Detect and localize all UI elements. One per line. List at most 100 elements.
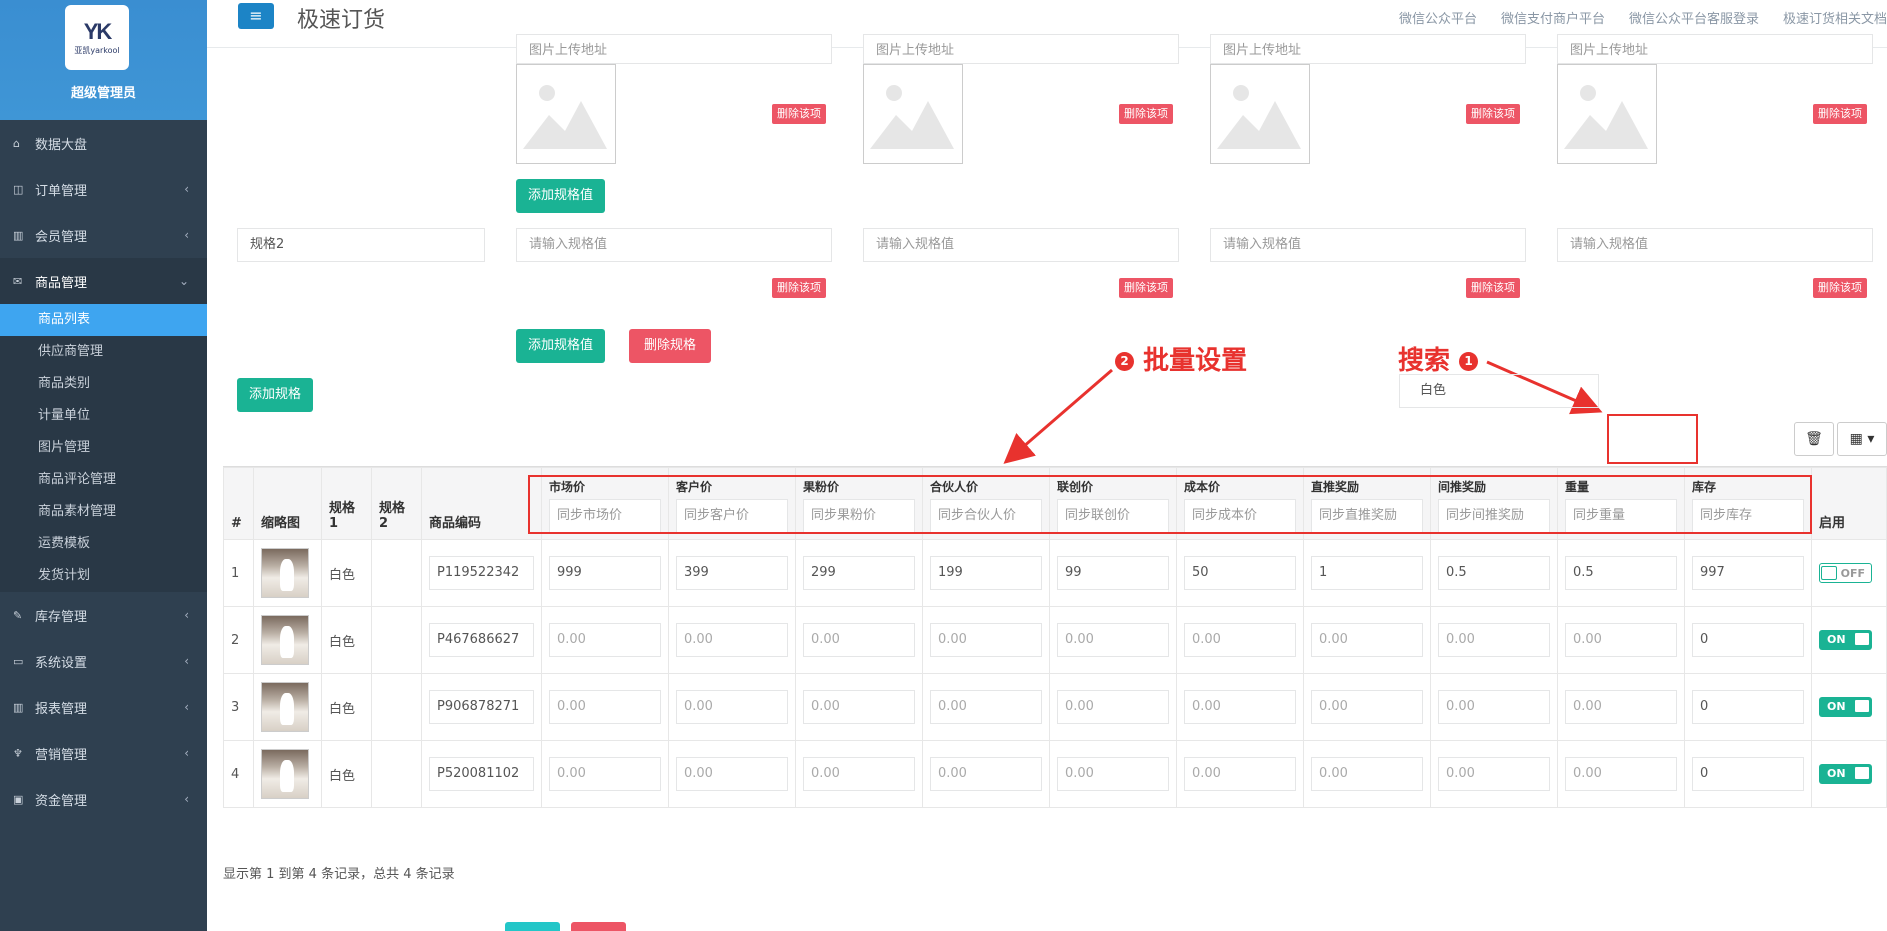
image-url-input[interactable]: 图片上传地址 (1557, 34, 1873, 64)
product-thumbnail[interactable] (261, 749, 309, 799)
sidebar-item[interactable]: ✉ 商品管理 ⌄ (0, 258, 207, 304)
columns-icon[interactable]: ▦ ▾ (1837, 422, 1887, 456)
row-value-input[interactable]: 0.00 (1057, 690, 1169, 724)
row-value-input[interactable]: 0.00 (1565, 757, 1677, 791)
sidebar-item[interactable]: ◫ 订单管理 ‹ (0, 166, 207, 212)
cancel-button[interactable] (571, 922, 626, 931)
row-value-input[interactable]: 0.00 (930, 623, 1042, 657)
sidebar-item[interactable]: ▥ 报表管理 ‹ (0, 684, 207, 730)
row-value-input[interactable]: 0.00 (1438, 690, 1550, 724)
delete-item-button[interactable]: 删除该项 (772, 104, 826, 124)
product-code-input[interactable]: P119522342 (429, 556, 534, 590)
image-placeholder[interactable] (1210, 64, 1310, 164)
row-value-input[interactable]: 0.00 (1184, 690, 1296, 724)
row-value-input[interactable]: 1 (1311, 556, 1423, 590)
sidebar-item[interactable]: ✎ 库存管理 ‹ (0, 592, 207, 638)
enable-toggle[interactable]: ON (1819, 630, 1872, 650)
row-value-input[interactable]: 299 (803, 556, 915, 590)
row-value-input[interactable]: 0.00 (676, 623, 788, 657)
row-value-input[interactable]: 0.00 (549, 690, 661, 724)
add-spec-value-button[interactable]: 添加规格值 (516, 179, 606, 213)
row-value-input[interactable]: 50 (1184, 556, 1296, 590)
add-spec-value-button[interactable]: 添加规格值 (516, 329, 606, 363)
row-value-input[interactable]: 0 (1692, 757, 1804, 791)
sidebar-item[interactable]: ⌂ 数据大盘 (0, 120, 207, 166)
row-value-input[interactable]: 0.00 (1057, 757, 1169, 791)
submenu-item[interactable]: 商品评论管理 (0, 464, 207, 496)
row-value-input[interactable]: 0.00 (549, 623, 661, 657)
spec-value-input[interactable]: 请输入规格值 (1210, 228, 1526, 262)
header-link[interactable]: 极速订货相关文档 (1783, 8, 1887, 27)
image-placeholder[interactable] (1557, 64, 1657, 164)
row-value-input[interactable]: 0.00 (1311, 757, 1423, 791)
row-value-input[interactable]: 0 (1692, 690, 1804, 724)
enable-toggle[interactable]: OFF (1819, 563, 1872, 583)
sidebar-item[interactable]: ▥ 会员管理 ‹ (0, 212, 207, 258)
row-value-input[interactable]: 0.00 (803, 690, 915, 724)
spec-value-input[interactable]: 请输入规格值 (863, 228, 1179, 262)
delete-item-button[interactable]: 删除该项 (1466, 278, 1520, 298)
row-value-input[interactable]: 0.00 (803, 757, 915, 791)
product-code-input[interactable]: P520081102 (429, 757, 534, 791)
delete-item-button[interactable]: 删除该项 (1119, 104, 1173, 124)
image-url-input[interactable]: 图片上传地址 (516, 34, 832, 64)
enable-toggle[interactable]: ON (1819, 697, 1872, 717)
row-value-input[interactable]: 0.5 (1438, 556, 1550, 590)
row-value-input[interactable]: 199 (930, 556, 1042, 590)
menu-toggle-button[interactable]: ≡ (238, 3, 274, 29)
row-value-input[interactable]: 0.00 (1565, 623, 1677, 657)
row-value-input[interactable]: 0.00 (1565, 690, 1677, 724)
submenu-item[interactable]: 计量单位 (0, 400, 207, 432)
row-value-input[interactable]: 0.00 (1438, 623, 1550, 657)
row-value-input[interactable]: 0.00 (1057, 623, 1169, 657)
row-value-input[interactable]: 0.00 (1438, 757, 1550, 791)
submenu-item[interactable]: 商品类别 (0, 368, 207, 400)
row-value-input[interactable]: 0.00 (676, 690, 788, 724)
enable-toggle[interactable]: ON (1819, 764, 1872, 784)
delete-item-button[interactable]: 删除该项 (1466, 104, 1520, 124)
submenu-item[interactable]: 供应商管理 (0, 336, 207, 368)
product-code-input[interactable]: P467686627 (429, 623, 534, 657)
header-link[interactable]: 微信公众平台客服登录 (1629, 8, 1759, 27)
product-thumbnail[interactable] (261, 548, 309, 598)
spec-value-input[interactable]: 请输入规格值 (1557, 228, 1873, 262)
row-value-input[interactable]: 0.00 (930, 690, 1042, 724)
delete-item-button[interactable]: 删除该项 (1813, 278, 1867, 298)
sidebar-item[interactable]: ♆ 营销管理 ‹ (0, 730, 207, 776)
row-value-input[interactable]: 0 (1692, 623, 1804, 657)
row-value-input[interactable]: 0.00 (1184, 623, 1296, 657)
header-link[interactable]: 微信公众平台 (1399, 8, 1477, 27)
submenu-item[interactable]: 商品素材管理 (0, 496, 207, 528)
row-value-input[interactable]: 0.00 (1311, 690, 1423, 724)
header-link[interactable]: 微信支付商户平台 (1501, 8, 1605, 27)
user-name[interactable]: 超级管理员 (0, 82, 207, 101)
sidebar-item[interactable]: ▣ 资金管理 ‹ (0, 776, 207, 822)
row-value-input[interactable]: 0.00 (803, 623, 915, 657)
row-value-input[interactable]: 99 (1057, 556, 1169, 590)
sidebar-item[interactable]: ▭ 系统设置 ‹ (0, 638, 207, 684)
delete-item-button[interactable]: 删除该项 (1119, 278, 1173, 298)
row-value-input[interactable]: 399 (676, 556, 788, 590)
submenu-item[interactable]: 图片管理 (0, 432, 207, 464)
product-thumbnail[interactable] (261, 682, 309, 732)
search-input[interactable]: 白色 (1399, 374, 1599, 408)
delete-item-button[interactable]: 删除该项 (772, 278, 826, 298)
submenu-item[interactable]: 商品列表 (0, 304, 207, 336)
image-url-input[interactable]: 图片上传地址 (1210, 34, 1526, 64)
submenu-item[interactable]: 发货计划 (0, 560, 207, 592)
submit-button[interactable] (505, 922, 560, 931)
row-value-input[interactable]: 0.00 (1184, 757, 1296, 791)
image-placeholder[interactable] (516, 64, 616, 164)
row-value-input[interactable]: 997 (1692, 556, 1804, 590)
row-value-input[interactable]: 0.00 (930, 757, 1042, 791)
spec-name-input[interactable]: 规格2 (237, 228, 485, 262)
delete-spec-button[interactable]: 删除规格 (629, 329, 711, 363)
image-url-input[interactable]: 图片上传地址 (863, 34, 1179, 64)
row-value-input[interactable]: 0.00 (676, 757, 788, 791)
product-code-input[interactable]: P906878271 (429, 690, 534, 724)
row-value-input[interactable]: 0.5 (1565, 556, 1677, 590)
row-value-input[interactable]: 0.00 (549, 757, 661, 791)
add-spec-button[interactable]: 添加规格 (237, 378, 314, 412)
product-thumbnail[interactable] (261, 615, 309, 665)
row-value-input[interactable]: 999 (549, 556, 661, 590)
